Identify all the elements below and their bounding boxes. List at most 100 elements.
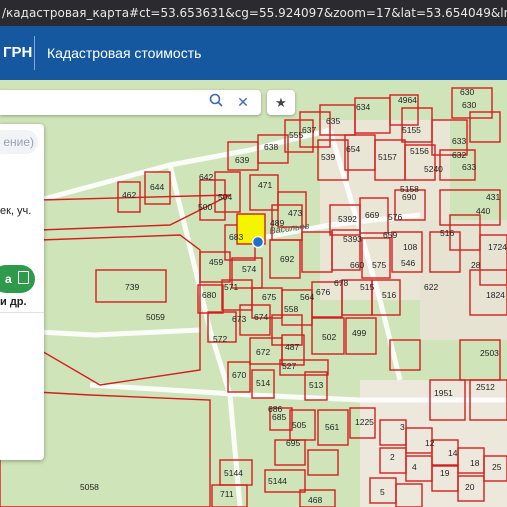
parcel-label: 622	[424, 282, 438, 292]
parcel-label: 659	[383, 230, 397, 240]
parcel-label: 644	[150, 182, 164, 192]
panel-chip[interactable]: ение)	[0, 130, 38, 154]
parcel-label: 660	[350, 260, 364, 270]
parcel-label: 670	[232, 370, 246, 380]
parcel-label: 564	[300, 292, 314, 302]
favorite-button[interactable]: ★	[267, 90, 295, 115]
parcel-label: 505	[292, 420, 306, 430]
parcel-label: 635	[326, 116, 340, 126]
parcel-label: 515	[360, 282, 374, 292]
parcel-label: 440	[476, 206, 490, 216]
parcel-label: 1724	[488, 242, 507, 252]
document-icon	[18, 271, 29, 284]
parcel-label: 669	[365, 210, 379, 220]
star-icon: ★	[275, 95, 287, 110]
parcel-label: 539	[321, 152, 335, 162]
close-icon[interactable]: ✕	[233, 92, 253, 112]
parcel-label: 637	[302, 125, 316, 135]
parcel-label: 5058	[80, 482, 99, 492]
parcel-label: 502	[322, 332, 336, 342]
parcel-label: 19	[440, 468, 450, 478]
parcel-label: 572	[213, 334, 227, 344]
parcel-label: 558	[284, 304, 298, 314]
parcel-label: 633	[462, 162, 476, 172]
parcel-label: 3	[400, 422, 405, 432]
parcel-label: 527	[282, 361, 296, 371]
document-button[interactable]: а	[0, 265, 35, 293]
parcel-label: 576	[388, 212, 402, 222]
parcel-label: 630	[460, 87, 474, 97]
parcel-label: 5144	[224, 468, 243, 478]
parcel-label: 574	[242, 264, 256, 274]
parcel-label: 514	[256, 378, 270, 388]
parcel-label: 2	[390, 452, 395, 462]
menu-item-cadastral-value[interactable]: Кадастровая стоимость	[47, 26, 201, 80]
parcel-label: 1824	[486, 290, 505, 300]
location-marker	[251, 235, 265, 249]
app-header: ГРН Кадастровая стоимость	[0, 26, 507, 80]
parcel-label: 672	[256, 347, 270, 357]
parcel-label: 5392	[338, 214, 357, 224]
parcel-label: 473	[288, 208, 302, 218]
panel-divider	[0, 312, 44, 313]
parcel-label: 4	[412, 462, 417, 472]
parcel-label: 575	[372, 260, 386, 270]
parcel-label: 513	[309, 380, 323, 390]
parcel-label: 108	[403, 242, 417, 252]
parcel-label: 690	[402, 192, 416, 202]
parcel-label: 2503	[480, 348, 499, 358]
map-canvas[interactable]: 634 4964 630 630 635 5155 637 633 639 63…	[0, 80, 507, 507]
parcel-label: 683	[229, 232, 243, 242]
info-panel: ение) ек, уч. а и др.	[0, 124, 44, 460]
parcel-label: 676	[316, 287, 330, 297]
search-icon[interactable]	[206, 92, 226, 112]
parcel-label: 678	[334, 278, 348, 288]
parcel-label: 638	[264, 142, 278, 152]
parcel-label: 468	[308, 495, 322, 505]
parcel-label: 5157	[378, 152, 397, 162]
parcel-label: 487	[285, 342, 299, 352]
parcel-label: 499	[352, 328, 366, 338]
parcel-label: 675	[262, 292, 276, 302]
parcel-label: 680	[202, 290, 216, 300]
parcel-label: 1951	[434, 388, 453, 398]
parcel-label: 555	[289, 130, 303, 140]
parcel-label: 12	[425, 438, 435, 448]
parcel-label: 673	[232, 314, 246, 324]
parcel-label: 5155	[402, 125, 421, 135]
parcel-label: 5144	[268, 476, 287, 486]
parcel-label: 5393	[343, 234, 362, 244]
parcel-label: 639	[235, 155, 249, 165]
parcel-label: 28	[471, 260, 481, 270]
parcel-label: 692	[280, 254, 294, 264]
address-bar[interactable]: /кадастровая_карта#ct=53.653631&cg=55.92…	[0, 0, 507, 26]
parcel-label: 633	[452, 136, 466, 146]
parcel-label: 516	[382, 290, 396, 300]
cadastral-map[interactable]: 634 4964 630 630 635 5155 637 633 639 63…	[0, 80, 507, 507]
parcel-label: 1225	[355, 417, 374, 427]
search-input[interactable]	[4, 93, 204, 113]
parcel-label: 739	[125, 282, 139, 292]
parcel-label: 632	[452, 150, 466, 160]
parcel-label: 20	[465, 482, 475, 492]
parcel-label: 4964	[398, 95, 417, 105]
parcel-label: 459	[209, 257, 223, 267]
parcel-label: 500	[198, 202, 212, 212]
parcel-label: 686	[268, 404, 282, 414]
parcel-label: 5240	[424, 164, 443, 174]
parcel-label: 695	[286, 438, 300, 448]
header-divider	[34, 36, 35, 70]
parcel-label: 5	[380, 487, 385, 497]
parcel-label: 642	[199, 172, 213, 182]
parcel-label: 5059	[146, 312, 165, 322]
parcel-label: 516	[440, 228, 454, 238]
brand-logo-text[interactable]: ГРН	[0, 26, 32, 80]
parcel-label: 462	[122, 190, 136, 200]
parcel-label: 25	[492, 462, 502, 472]
parcel-label: 674	[254, 312, 268, 322]
parcel-label: 546	[401, 258, 415, 268]
parcel-label: 634	[356, 102, 370, 112]
parcel-label: 504	[218, 192, 232, 202]
panel-line-1: ек, уч.	[0, 205, 32, 217]
search-bar[interactable]: ✕	[0, 90, 261, 115]
